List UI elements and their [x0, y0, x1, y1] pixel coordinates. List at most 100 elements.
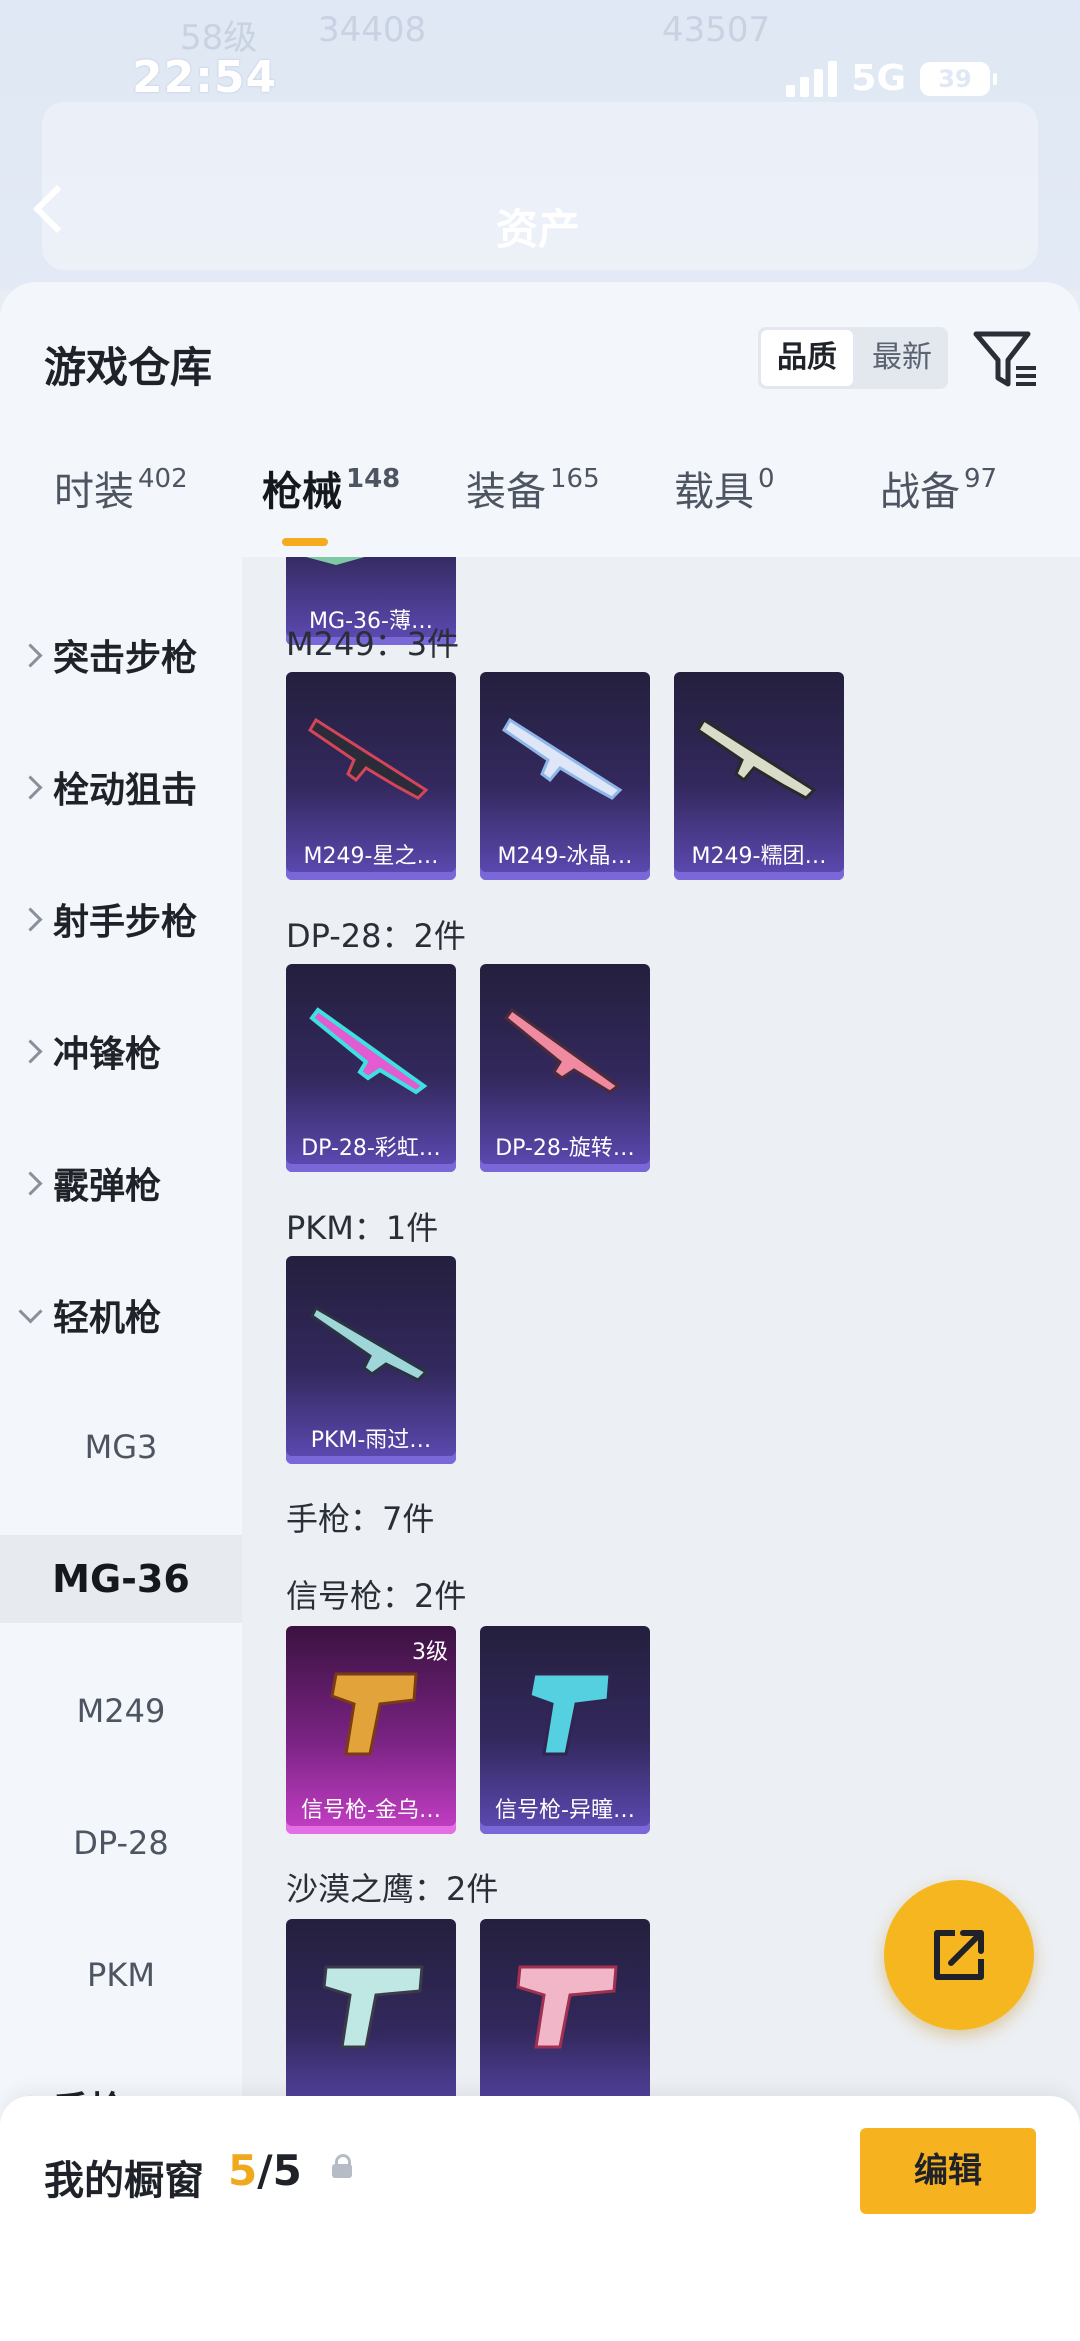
group-header-m249: M249：3件: [286, 625, 460, 663]
pistol-icon: [528, 1672, 612, 1756]
sidebar-item-smg[interactable]: 冲锋枪: [0, 1007, 242, 1095]
showcase-bar: 我的橱窗 5/5 编辑: [0, 2096, 1080, 2341]
warehouse-sheet: 游戏仓库 品质 最新 时装 402 枪械 148 装备 165 载具 0 战备 97 突击…: [0, 282, 1080, 2341]
tab-label: 枪械: [262, 469, 342, 515]
tab-count: 0: [758, 464, 775, 494]
item-card[interactable]: 3级 信号枪-金乌…: [286, 1626, 456, 1834]
sidebar-sub-pkm[interactable]: PKM: [0, 1931, 242, 2019]
gun-icon: [310, 1305, 429, 1382]
item-name: 信号枪-金乌…: [301, 1798, 441, 1823]
showcase-count: 5/5: [228, 2146, 302, 2195]
sidebar-item-lmg[interactable]: 轻机枪: [0, 1271, 242, 1359]
chevron-right-icon: [18, 642, 43, 668]
tab-equipment[interactable]: 装备 165: [466, 459, 600, 517]
tab-label: 装备: [466, 469, 546, 515]
gun-icon: [309, 1007, 428, 1095]
tab-label: 时装: [54, 469, 134, 515]
status-indicators: 5G 39: [786, 58, 997, 99]
group-header-pkm: PKM：1件: [286, 1209, 439, 1247]
item-name: M249-星之…: [303, 844, 439, 869]
sidebar-item-bolt-sniper[interactable]: 栓动狙击: [0, 743, 242, 831]
sidebar-item-label: 轻机枪: [53, 1298, 162, 1339]
item-name: DP-28-彩虹…: [301, 1136, 441, 1161]
pistol-icon: [330, 1672, 418, 1756]
edit-button[interactable]: 编辑: [860, 2128, 1036, 2214]
sidebar-item-label: 霰弹枪: [53, 1166, 162, 1207]
sheet-title: 游戏仓库: [44, 343, 213, 392]
gun-icon: [695, 717, 817, 800]
tab-fashion[interactable]: 时装 402: [54, 459, 188, 517]
tab-count: 97: [964, 464, 998, 494]
page-title: 资产: [496, 205, 581, 254]
sort-newest[interactable]: 最新: [856, 327, 948, 389]
sidebar-item-label: 栓动狙击: [53, 770, 198, 811]
group-header-desert-eagle: 沙漠之鹰：2件: [286, 1870, 499, 1908]
bg-id-text: 43507: [662, 10, 771, 50]
group-header-dp28: DP-28：2件: [286, 917, 466, 955]
showcase-label: 我的橱窗: [44, 2158, 204, 2204]
share-button[interactable]: [884, 1880, 1034, 2030]
status-time: 22:54: [132, 52, 278, 103]
item-card[interactable]: 信号枪-异瞳…: [480, 1626, 650, 1834]
lock-icon: [332, 2154, 352, 2178]
group-header-flare-gun: 信号枪：2件: [286, 1577, 467, 1615]
share-icon: [934, 1930, 984, 1980]
gun-icon: [501, 717, 623, 800]
sidebar-sub-mg36[interactable]: MG-36: [0, 1535, 242, 1623]
background-page: 58级 34408 43507 资产: [0, 0, 1080, 290]
group-header-pistol: 手枪：7件: [286, 1500, 435, 1538]
tab-count: 165: [550, 464, 600, 494]
sidebar-item-marksman-rifle[interactable]: 射手步枪: [0, 875, 242, 963]
sidebar-item-label: 射手步枪: [53, 902, 198, 943]
item-card[interactable]: PKM-雨过…: [286, 1256, 456, 1464]
item-card[interactable]: M249-糯团…: [674, 672, 844, 880]
network-label: 5G: [851, 58, 906, 99]
item-name: 信号枪-异瞳…: [495, 1798, 635, 1823]
chevron-right-icon: [18, 774, 43, 800]
gun-icon: [503, 1007, 621, 1094]
item-card[interactable]: DP-28-旋转…: [480, 964, 650, 1172]
pistol-icon: [322, 1965, 424, 2049]
chevron-right-icon: [18, 906, 43, 932]
tab-label: 载具: [674, 469, 754, 515]
item-card[interactable]: M249-星之…: [286, 672, 456, 880]
chevron-right-icon: [18, 1038, 43, 1064]
chevron-down-icon: [18, 1298, 43, 1324]
item-card[interactable]: M249-冰晶…: [480, 672, 650, 880]
battery-level: 39: [938, 64, 972, 93]
gun-icon: [306, 557, 365, 565]
sidebar-sub-dp28[interactable]: DP-28: [0, 1799, 242, 1887]
bg-score-text: 34408: [318, 10, 427, 50]
item-grid-area: MG-36-薄… M249：3件 M249-星之… M249-冰晶… M249-…: [242, 557, 1080, 2341]
sort-quality[interactable]: 品质: [761, 330, 853, 386]
tab-label: 战备: [880, 469, 960, 515]
sidebar-item-label: 冲锋枪: [53, 1034, 162, 1075]
item-card[interactable]: DP-28-彩虹…: [286, 964, 456, 1172]
pistol-icon: [516, 1965, 618, 2049]
battery-icon: 39: [920, 61, 997, 96]
tab-count: 402: [138, 464, 188, 494]
item-name: M249-糯团…: [691, 844, 827, 869]
background-top-row: 58级 34408 43507: [0, 0, 1080, 60]
tab-supplies[interactable]: 战备 97: [880, 459, 997, 517]
signal-icon: [786, 60, 838, 97]
sort-toggle: 品质 最新: [758, 327, 948, 389]
category-sidebar: 突击步枪 栓动狙击 射手步枪 冲锋枪 霰弹枪 轻机枪 MG3 MG-36 M24…: [0, 557, 242, 2341]
sidebar-item-label: 突击步枪: [53, 638, 198, 679]
active-tab-indicator: [282, 538, 328, 546]
showcase-count-current: 5: [228, 2146, 258, 2195]
item-name: DP-28-旋转…: [495, 1136, 635, 1161]
category-tabs: 时装 402 枪械 148 装备 165 载具 0 战备 97: [0, 462, 1080, 557]
gun-icon: [307, 717, 429, 800]
sidebar-sub-m249[interactable]: M249: [0, 1667, 242, 1755]
item-name: M249-冰晶…: [497, 844, 633, 869]
sidebar-item-assault-rifle[interactable]: 突击步枪: [0, 611, 242, 699]
tab-guns[interactable]: 枪械 148: [262, 459, 400, 517]
sidebar-item-shotgun[interactable]: 霰弹枪: [0, 1139, 242, 1227]
tab-vehicles[interactable]: 载具 0: [674, 459, 775, 517]
showcase-count-total: /5: [257, 2146, 302, 2195]
filter-icon[interactable]: [970, 324, 1040, 394]
sidebar-sub-mg3[interactable]: MG3: [0, 1403, 242, 1491]
tab-count: 148: [346, 464, 401, 494]
item-name: PKM-雨过…: [310, 1428, 432, 1453]
